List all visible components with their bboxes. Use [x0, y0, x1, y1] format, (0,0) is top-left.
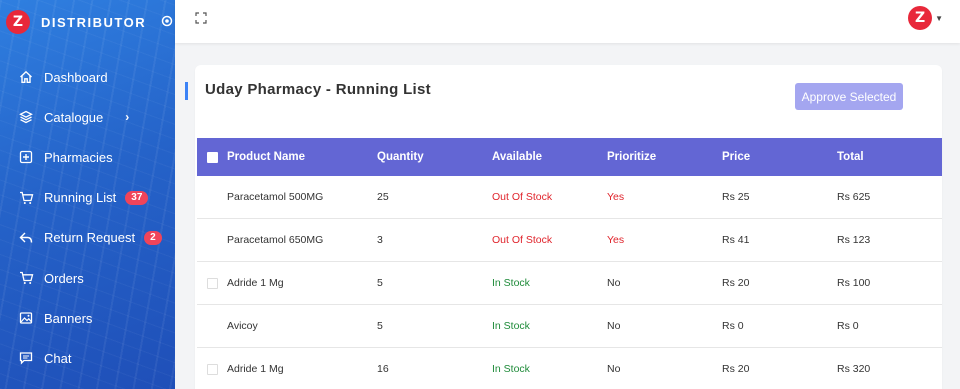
price-cell: Rs 41: [722, 234, 750, 246]
cart-icon: [18, 190, 34, 206]
total-cell: Rs 123: [837, 234, 871, 246]
user-menu[interactable]: Z ▼: [908, 6, 943, 30]
approve-selected-button[interactable]: Approve Selected: [795, 83, 903, 110]
total-cell: Rs 0: [837, 320, 859, 332]
price-cell: Rs 0: [722, 320, 744, 332]
count-badge: 37: [125, 190, 149, 205]
sidebar-item-label: Return Request: [44, 230, 136, 246]
sidebar: Z DISTRIBUTOR Dashboard Catalogue › Phar…: [0, 0, 175, 389]
price-cell: Rs 25: [722, 191, 750, 203]
sidebar-item-label: Dashboard: [44, 69, 108, 85]
column-header-product-name[interactable]: Product Name: [227, 151, 377, 163]
availability-cell: In Stock: [492, 277, 530, 289]
sidebar-item-return-request[interactable]: Return Request 2: [0, 218, 175, 258]
sidebar-item-orders[interactable]: Orders: [0, 258, 175, 298]
chat-icon: [18, 350, 34, 366]
product-name-cell: Paracetamol 500MG: [227, 191, 324, 203]
quantity-cell: 25: [377, 191, 389, 203]
table-row[interactable]: Adride 1 Mg 16 In Stock No Rs 20 Rs 320: [197, 348, 942, 389]
image-icon: [18, 310, 34, 326]
target-icon[interactable]: [161, 15, 173, 30]
table-row[interactable]: Avicoy 5 In Stock No Rs 0 Rs 0: [197, 305, 942, 348]
quantity-cell: 5: [377, 277, 383, 289]
home-icon: [18, 69, 34, 85]
prioritize-cell: No: [607, 277, 621, 289]
layers-icon: [18, 109, 34, 125]
caret-down-icon: ▼: [935, 13, 943, 23]
page-title: Uday Pharmacy - Running List: [205, 81, 431, 98]
quantity-cell: 16: [377, 363, 389, 375]
select-all-checkbox[interactable]: [206, 151, 218, 163]
price-cell: Rs 20: [722, 363, 750, 375]
prioritize-cell: No: [607, 320, 621, 332]
sidebar-item-catalogue[interactable]: Catalogue ›: [0, 97, 175, 137]
sidebar-nav: Dashboard Catalogue › Pharmacies Running…: [0, 57, 175, 379]
fullscreen-icon[interactable]: [195, 11, 207, 24]
column-header-prioritize[interactable]: Prioritize: [607, 151, 722, 163]
sidebar-item-label: Chat: [44, 350, 72, 366]
column-header-total[interactable]: Total: [837, 151, 942, 163]
sidebar-item-label: Catalogue: [44, 109, 104, 125]
prioritize-cell: No: [607, 363, 621, 375]
sidebar-item-banners[interactable]: Banners: [0, 298, 175, 338]
total-cell: Rs 625: [837, 191, 871, 203]
product-name-cell: Adride 1 Mg: [227, 277, 284, 289]
return-icon: [18, 230, 34, 246]
sidebar-item-label: Banners: [44, 310, 93, 326]
brand: Z DISTRIBUTOR: [0, 0, 175, 44]
avatar[interactable]: Z: [908, 6, 933, 30]
sidebar-item-pharmacies[interactable]: Pharmacies: [0, 137, 175, 177]
title-accent-bar: [185, 82, 188, 100]
availability-cell: In Stock: [492, 363, 530, 375]
product-name-cell: Adride 1 Mg: [227, 363, 284, 375]
column-header-price[interactable]: Price: [722, 151, 837, 163]
product-name-cell: Paracetamol 650MG: [227, 234, 324, 246]
sidebar-item-dashboard[interactable]: Dashboard: [0, 57, 175, 97]
brand-name: DISTRIBUTOR: [41, 14, 147, 30]
total-cell: Rs 320: [837, 363, 871, 375]
plus-square-icon: [18, 149, 34, 165]
sidebar-item-chat[interactable]: Chat: [0, 338, 175, 378]
brand-logo[interactable]: Z: [6, 10, 30, 34]
row-checkbox[interactable]: [206, 277, 218, 289]
availability-cell: Out Of Stock: [492, 234, 553, 246]
column-header-available[interactable]: Available: [492, 151, 607, 163]
running-list-table: Product Name Quantity Available Prioriti…: [197, 138, 942, 389]
prioritize-cell: Yes: [607, 191, 625, 203]
table-header: Product Name Quantity Available Prioriti…: [197, 138, 942, 176]
sidebar-item-label: Running List: [44, 190, 117, 206]
quantity-cell: 3: [377, 234, 383, 246]
sidebar-item-label: Orders: [44, 270, 84, 286]
total-cell: Rs 100: [837, 277, 871, 289]
table-row[interactable]: Paracetamol 650MG 3 Out Of Stock Yes Rs …: [197, 219, 942, 262]
table-row[interactable]: Adride 1 Mg 5 In Stock No Rs 20 Rs 100: [197, 262, 942, 305]
sidebar-item-label: Pharmacies: [44, 149, 113, 165]
product-name-cell: Avicoy: [227, 320, 258, 332]
table-row[interactable]: Paracetamol 500MG 25 Out Of Stock Yes Rs…: [197, 176, 942, 219]
cart-icon: [18, 270, 34, 286]
prioritize-cell: Yes: [607, 234, 625, 246]
availability-cell: Out Of Stock: [492, 191, 553, 203]
availability-cell: In Stock: [492, 320, 530, 332]
top-bar: Z ▼: [175, 0, 960, 43]
price-cell: Rs 20: [722, 277, 750, 289]
column-header-quantity[interactable]: Quantity: [377, 151, 492, 163]
count-badge: 2: [144, 230, 162, 245]
chevron-right-icon: ›: [125, 110, 130, 125]
row-checkbox[interactable]: [206, 363, 218, 375]
quantity-cell: 5: [377, 320, 383, 332]
sidebar-item-running-list[interactable]: Running List 37: [0, 178, 175, 218]
